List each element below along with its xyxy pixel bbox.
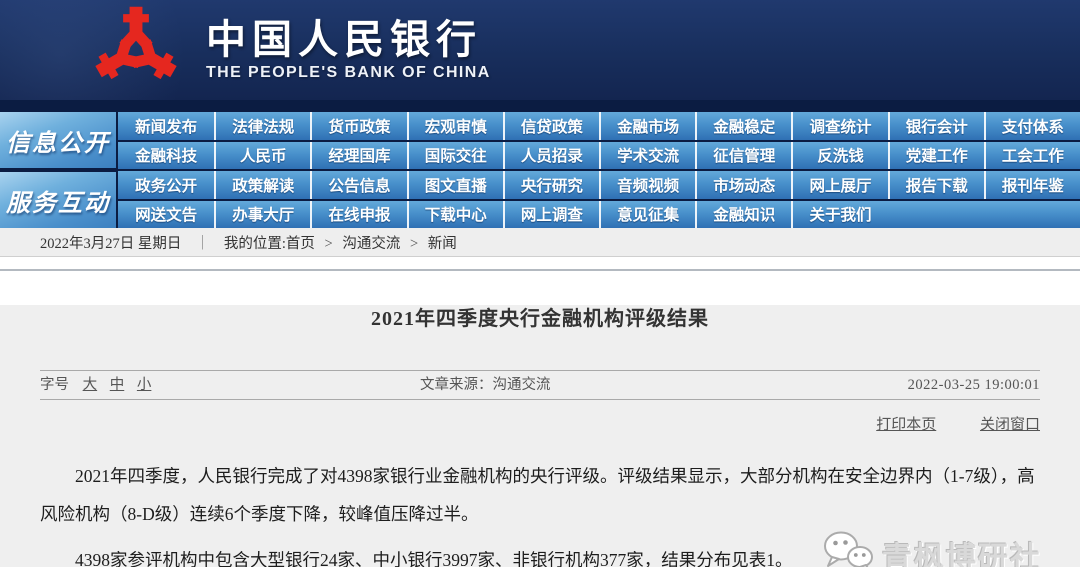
- nav-item[interactable]: 报告下载: [888, 171, 984, 199]
- nav-item[interactable]: 网上展厅: [791, 171, 887, 199]
- bank-header: 中国人民银行 THE PEOPLE'S BANK OF CHINA: [0, 0, 1080, 100]
- nav-item[interactable]: 货币政策: [310, 112, 406, 140]
- print-page-button[interactable]: 打印本页: [876, 417, 936, 433]
- current-date: 2022年3月27日: [40, 232, 134, 253]
- font-size-medium-button[interactable]: 中: [110, 377, 125, 393]
- nav-item[interactable]: 经理国库: [310, 142, 406, 170]
- nav-item[interactable]: 金融稳定: [695, 112, 791, 140]
- font-size-small-button[interactable]: 小: [137, 377, 152, 393]
- nav-item[interactable]: 征信管理: [695, 142, 791, 170]
- nav-item[interactable]: 支付体系: [984, 112, 1080, 140]
- nav-item[interactable]: 央行研究: [503, 171, 599, 199]
- nav-item[interactable]: 在线申报: [310, 201, 406, 229]
- nav-item[interactable]: 意见征集: [599, 201, 695, 229]
- nav-item[interactable]: 国际交往: [407, 142, 503, 170]
- bank-name-cn: 中国人民银行: [206, 20, 491, 60]
- nav-item[interactable]: 党建工作: [888, 142, 984, 170]
- page: 中国人民银行 THE PEOPLE'S BANK OF CHINA 信息公开 服…: [0, 0, 1080, 567]
- source-label: 文章来源：: [420, 377, 493, 393]
- nav-item[interactable]: 信贷政策: [503, 112, 599, 140]
- nav-item[interactable]: 宏观审慎: [407, 112, 503, 140]
- pboc-logo-icon: [90, 4, 182, 96]
- nav-item[interactable]: 金融知识: [695, 201, 791, 229]
- location-label: 我的位置:: [224, 232, 286, 253]
- article-actions: 打印本页 关闭窗口: [40, 413, 1040, 433]
- separator-band: [0, 257, 1080, 271]
- article-title: 2021年四季度央行金融机构评级结果: [40, 305, 1040, 333]
- bank-names: 中国人民银行 THE PEOPLE'S BANK OF CHINA: [206, 20, 491, 81]
- font-size-label: 字号: [40, 377, 69, 393]
- nav-item[interactable]: 公告信息: [310, 171, 406, 199]
- nav-side: 信息公开 服务互动: [0, 112, 116, 228]
- nav-section-info-disclosure[interactable]: 信息公开: [0, 112, 116, 168]
- article: 2021年四季度央行金融机构评级结果 字号 大 中 小 文章来源：沟通交流 20…: [0, 305, 1080, 567]
- nav-item[interactable]: 市场动态: [695, 171, 791, 199]
- article-datetime: 2022-03-25 19:00:01: [908, 371, 1040, 400]
- nav-item[interactable]: 网上调查: [503, 201, 599, 229]
- article-meta: 字号 大 中 小 文章来源：沟通交流 2022-03-25 19:00:01: [40, 370, 1040, 400]
- nav-row: 网送文告办事大厅在线申报下载中心网上调查意见征集金融知识关于我们: [118, 201, 1080, 229]
- font-size-large-button[interactable]: 大: [83, 377, 98, 393]
- nav-item[interactable]: 工会工作: [984, 142, 1080, 170]
- nav-item[interactable]: 金融市场: [599, 112, 695, 140]
- nav-section-service-interaction[interactable]: 服务互动: [0, 172, 116, 228]
- nav-item[interactable]: 关于我们: [791, 201, 887, 229]
- nav-item[interactable]: 法律法规: [214, 112, 310, 140]
- font-size-controls: 字号 大 中 小: [40, 371, 160, 400]
- source-value: 沟通交流: [493, 377, 551, 393]
- close-window-button[interactable]: 关闭窗口: [980, 417, 1040, 433]
- article-paragraph: 4398家参评机构中包含大型银行24家、中小银行3997家、非银行机构377家，…: [40, 541, 1040, 567]
- nav-item[interactable]: 下载中心: [407, 201, 503, 229]
- article-body: 2021年四季度，人民银行完成了对4398家银行业金融机构的央行评级。评级结果显…: [40, 457, 1040, 567]
- nav-item[interactable]: 调查统计: [791, 112, 887, 140]
- nav-item[interactable]: 政务公开: [118, 171, 214, 199]
- article-source: 文章来源：沟通交流: [420, 371, 551, 400]
- breadcrumb-link[interactable]: 沟通交流: [342, 236, 400, 252]
- nav-item[interactable]: 办事大厅: [214, 201, 310, 229]
- breadcrumb-path: 首页 > 沟通交流 > 新闻: [286, 232, 457, 253]
- breadcrumb-link[interactable]: 新闻: [428, 236, 457, 252]
- breadcrumb-separator: >: [406, 236, 421, 252]
- nav-row: 政务公开政策解读公告信息图文直播央行研究音频视频市场动态网上展厅报告下载报刊年鉴: [118, 171, 1080, 199]
- article-paragraph: 2021年四季度，人民银行完成了对4398家银行业金融机构的央行评级。评级结果显…: [40, 457, 1040, 533]
- nav-item[interactable]: 音频视频: [599, 171, 695, 199]
- nav-item[interactable]: 报刊年鉴: [984, 171, 1080, 199]
- current-weekday: 星期日: [138, 232, 182, 253]
- nav-item[interactable]: 反洗钱: [791, 142, 887, 170]
- nav-row: 新闻发布法律法规货币政策宏观审慎信贷政策金融市场金融稳定调查统计银行会计支付体系: [118, 112, 1080, 140]
- main-nav: 信息公开 服务互动 新闻发布法律法规货币政策宏观审慎信贷政策金融市场金融稳定调查…: [0, 100, 1080, 228]
- nav-item[interactable]: 网送文告: [118, 201, 214, 229]
- nav-item[interactable]: 人员招录: [503, 142, 599, 170]
- nav-item[interactable]: 银行会计: [888, 112, 984, 140]
- nav-item[interactable]: 图文直播: [407, 171, 503, 199]
- nav-item[interactable]: 政策解读: [214, 171, 310, 199]
- nav-item[interactable]: 新闻发布: [118, 112, 214, 140]
- nav-item[interactable]: 学术交流: [599, 142, 695, 170]
- breadcrumb: 2022年3月27日 星期日 ｜ 我的位置: 首页 > 沟通交流 > 新闻: [0, 228, 1080, 257]
- nav-grid: 新闻发布法律法规货币政策宏观审慎信贷政策金融市场金融稳定调查统计银行会计支付体系…: [118, 112, 1080, 228]
- breadcrumb-link[interactable]: 首页: [286, 236, 315, 252]
- nav-row: 金融科技人民币经理国库国际交往人员招录学术交流征信管理反洗钱党建工作工会工作: [118, 142, 1080, 170]
- breadcrumb-separator: >: [321, 236, 336, 252]
- nav-item[interactable]: 金融科技: [118, 142, 214, 170]
- nav-item[interactable]: 人民币: [214, 142, 310, 170]
- bank-name-en: THE PEOPLE'S BANK OF CHINA: [206, 65, 491, 81]
- breadcrumb-divider: ｜: [195, 232, 210, 253]
